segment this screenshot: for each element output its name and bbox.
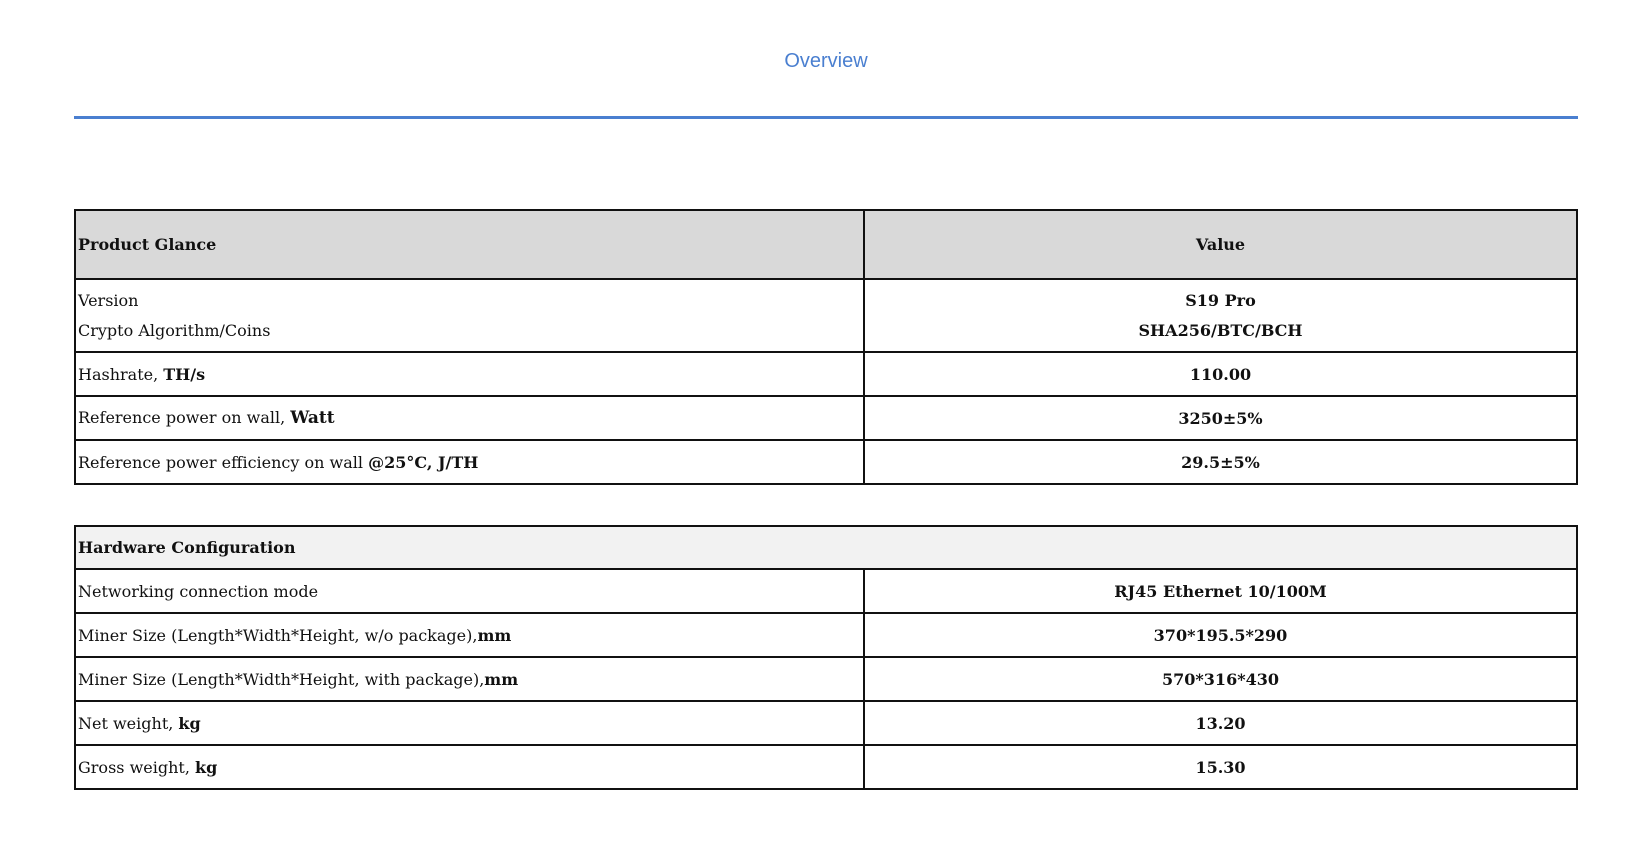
row-label: Version Crypto Algorithm/Coins xyxy=(74,278,865,353)
row-label: Reference power efficiency on wall @25°C… xyxy=(74,439,865,485)
unit-size-without-package: mm xyxy=(477,625,512,645)
unit-net-weight: kg xyxy=(178,713,201,733)
table-row: Reference power on wall, Watt 3250±5% xyxy=(74,395,1578,441)
header-value: Value xyxy=(863,209,1578,280)
table-row: Gross weight, kg 15.30 xyxy=(74,744,1578,790)
label-size-with-package: Miner Size (Length*Width*Height, with pa… xyxy=(78,669,485,689)
tab-active-underline xyxy=(74,116,1578,119)
value-gross-weight: 15.30 xyxy=(863,744,1578,790)
value-net-weight: 13.20 xyxy=(863,700,1578,746)
value-size-without-package: 370*195.5*290 xyxy=(863,612,1578,658)
row-label: Hashrate, TH/s xyxy=(74,351,865,397)
value-size-with-package: 570*316*430 xyxy=(863,656,1578,702)
section-hardware-configuration: Hardware Configuration xyxy=(74,525,1578,570)
row-label: Miner Size (Length*Width*Height, w/o pac… xyxy=(74,612,865,658)
row-label: Networking connection mode xyxy=(74,568,865,614)
table-row: Miner Size (Length*Width*Height, with pa… xyxy=(74,656,1578,702)
row-label: Net weight, kg xyxy=(74,700,865,746)
label-algorithm: Crypto Algorithm/Coins xyxy=(78,320,271,340)
table-header-row: Product Glance Value xyxy=(74,209,1578,280)
value-networking: RJ45 Ethernet 10/100M xyxy=(863,568,1578,614)
table-row: Miner Size (Length*Width*Height, w/o pac… xyxy=(74,612,1578,658)
label-hashrate: Hashrate, xyxy=(78,364,164,384)
table-row: Net weight, kg 13.20 xyxy=(74,700,1578,746)
table-row: Hashrate, TH/s 110.00 xyxy=(74,351,1578,397)
row-label: Reference power on wall, Watt xyxy=(74,395,865,441)
value-hashrate: 110.00 xyxy=(863,351,1578,397)
label-net-weight: Net weight, xyxy=(78,713,179,733)
label-power: Reference power on wall, xyxy=(78,408,291,427)
row-value: S19 Pro SHA256/BTC/BCH xyxy=(863,278,1578,353)
tab-bar: Overview xyxy=(74,0,1578,121)
label-size-without-package: Miner Size (Length*Width*Height, w/o pac… xyxy=(78,625,478,645)
table-row: Networking connection mode RJ45 Ethernet… xyxy=(74,568,1578,614)
value-algorithm: SHA256/BTC/BCH xyxy=(1138,320,1303,340)
section-header-row: Hardware Configuration xyxy=(74,525,1578,570)
tab-overview[interactable]: Overview xyxy=(74,50,1578,73)
unit-gross-weight: kg xyxy=(195,757,218,777)
table-row: Reference power efficiency on wall @25°C… xyxy=(74,439,1578,485)
header-product-glance: Product Glance xyxy=(74,209,865,280)
table-row: Version Crypto Algorithm/Coins S19 Pro S… xyxy=(74,278,1578,353)
row-label: Miner Size (Length*Width*Height, with pa… xyxy=(74,656,865,702)
label-version: Version xyxy=(78,290,139,310)
value-version: S19 Pro xyxy=(1185,290,1256,310)
unit-power: Watt xyxy=(290,408,335,428)
hardware-configuration-table: Hardware Configuration Networking connec… xyxy=(74,525,1578,790)
label-gross-weight: Gross weight, xyxy=(78,757,195,777)
unit-efficiency: @25°C, J/TH xyxy=(368,452,479,472)
value-efficiency: 29.5±5% xyxy=(863,439,1578,485)
product-glance-table: Product Glance Value Version Crypto Algo… xyxy=(74,209,1578,485)
value-power: 3250±5% xyxy=(863,395,1578,441)
row-label: Gross weight, kg xyxy=(74,744,865,790)
unit-hashrate: TH/s xyxy=(163,364,206,384)
label-networking: Networking connection mode xyxy=(78,581,319,601)
unit-size-with-package: mm xyxy=(484,669,519,689)
label-efficiency: Reference power efficiency on wall xyxy=(78,452,369,472)
